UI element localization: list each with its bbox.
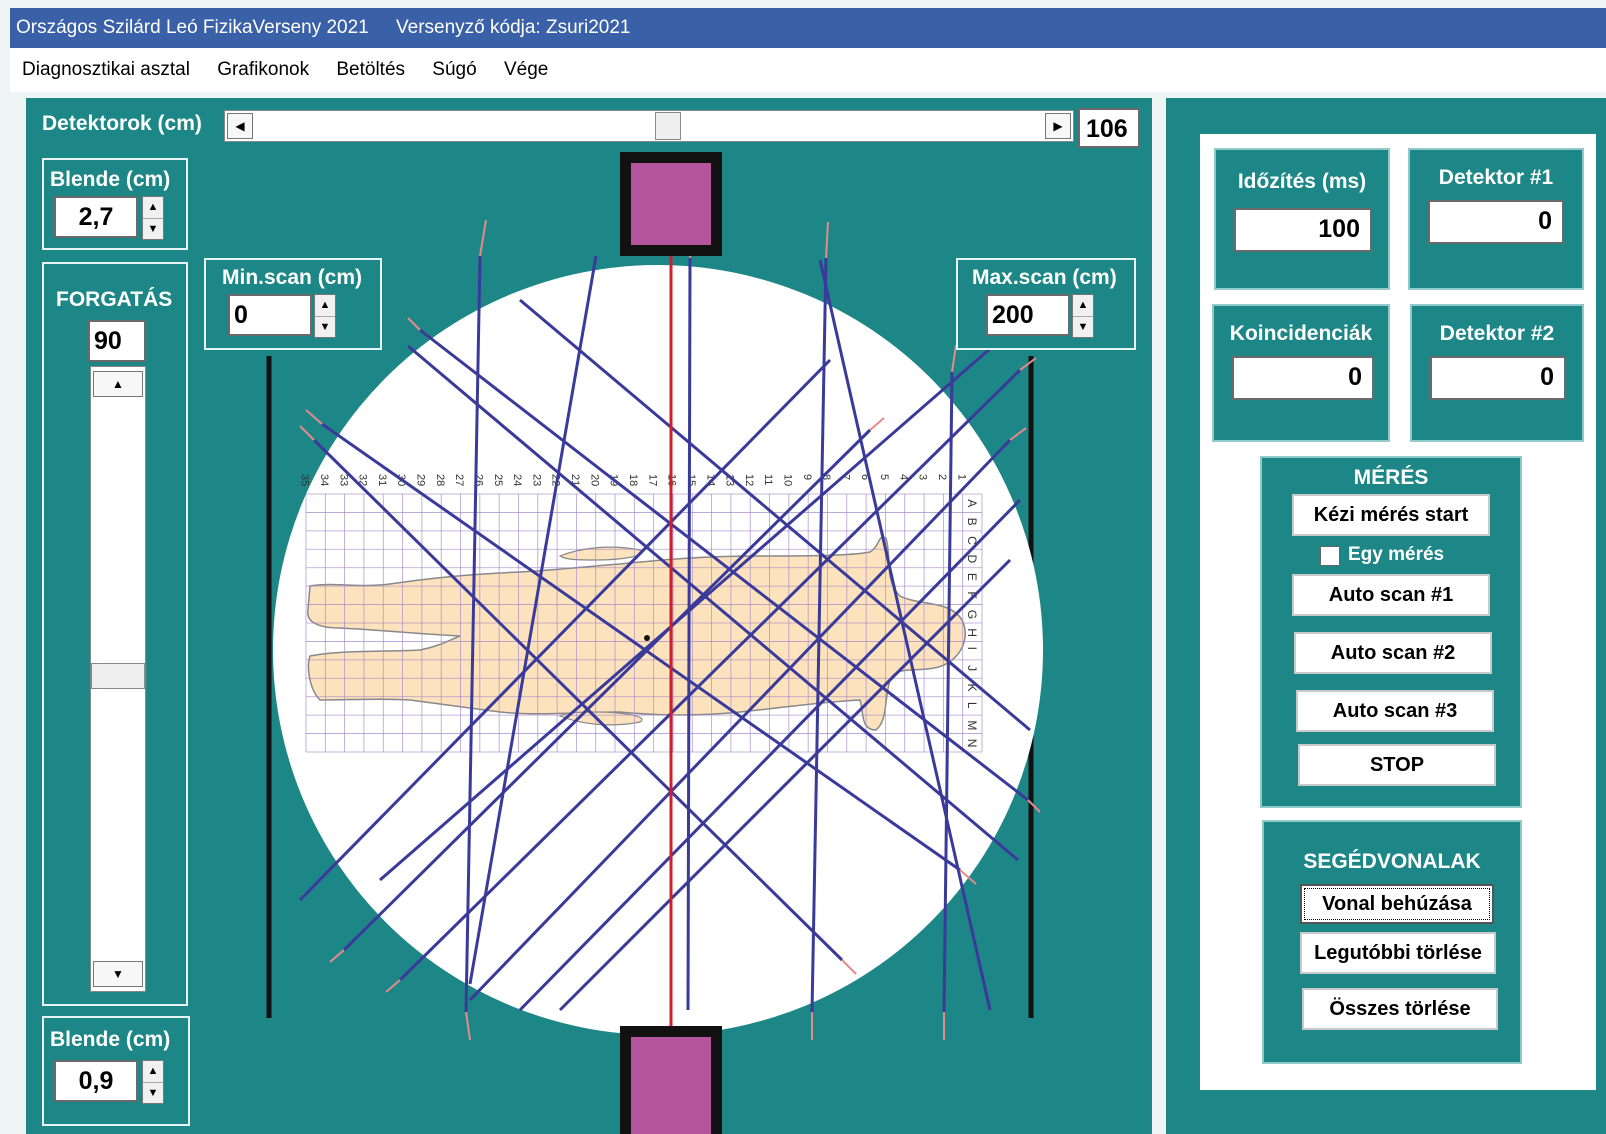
grid-column-label: 2	[936, 474, 948, 480]
single-measure-label: Egy mérés	[1348, 544, 1445, 565]
stop-button[interactable]: STOP	[1298, 744, 1496, 786]
scan-line	[465, 1011, 471, 1041]
min-scan-label: Min.scan (cm)	[222, 266, 363, 289]
koincidenciak-field: 0	[1232, 356, 1374, 400]
scan-line	[825, 221, 829, 259]
detektor2-field: 0	[1430, 356, 1566, 400]
grid-column-label: 33	[337, 474, 349, 486]
scan-line	[1019, 357, 1037, 371]
grid-row-label: I	[965, 647, 979, 650]
grid-row-label: G	[965, 610, 979, 619]
detector-top-head	[631, 163, 711, 245]
meres-box: MÉRÉS Kézi mérés start Egy mérés Auto sc…	[1260, 456, 1522, 808]
grid-column-label: 11	[762, 474, 774, 485]
grid-column-label: 5	[878, 474, 890, 480]
marker-dot	[644, 635, 650, 641]
spin-up-icon[interactable]: ▲	[1073, 295, 1093, 317]
spin-down-icon[interactable]: ▼	[1073, 317, 1093, 338]
auto-scan-3-button[interactable]: Auto scan #3	[1296, 690, 1494, 732]
grid-column-label: 10	[782, 474, 794, 486]
grid-row-label: M	[965, 720, 979, 730]
meres-title: MÉRÉS	[1353, 466, 1429, 489]
manual-start-button[interactable]: Kézi mérés start	[1292, 494, 1490, 536]
grid-row-label: L	[965, 702, 979, 709]
segedvonalak-title: SEGÉDVONALAK	[1303, 850, 1481, 873]
scan-line	[686, 257, 692, 1011]
min-scan-field[interactable]: 0	[228, 294, 312, 336]
idozites-label: Időzítés (ms)	[1237, 170, 1367, 193]
segedvonalak-box: SEGÉDVONALAK Vonal behúzása Legutóbbi tö…	[1262, 820, 1522, 1064]
detektor2-label: Detektor #2	[1439, 322, 1555, 345]
grid-column-label: 28	[434, 474, 446, 486]
auto-scan-2-button[interactable]: Auto scan #2	[1294, 632, 1492, 674]
single-measure-checkbox[interactable]	[1320, 546, 1340, 566]
grid-column-label: 35	[299, 474, 311, 486]
koincidenciak-label: Koincidenciák	[1229, 322, 1373, 345]
grid-row-label: J	[965, 665, 979, 671]
koincidenciak-box: Koincidenciák 0	[1212, 304, 1390, 442]
grid-column-label: 17	[646, 474, 658, 486]
max-scan-label: Max.scan (cm)	[972, 266, 1117, 289]
scan-line	[299, 425, 315, 441]
grid-column-label: 27	[453, 474, 465, 486]
detektor1-label: Detektor #1	[1438, 166, 1554, 189]
max-scan-spinner[interactable]: ▲ ▼	[1072, 294, 1094, 338]
grid-column-label: 24	[511, 474, 523, 486]
grid-column-label: 29	[415, 474, 427, 486]
scan-line	[479, 219, 487, 257]
scan-line	[385, 979, 401, 993]
scan-line	[1009, 427, 1027, 441]
grid-column-label: 15	[685, 474, 697, 486]
scan-line	[305, 409, 323, 425]
max-scan-field[interactable]: 200	[986, 294, 1070, 336]
auto-scan-1-button[interactable]: Auto scan #1	[1292, 574, 1490, 616]
grid-column-label: 3	[917, 474, 929, 480]
grid-column-label: 31	[376, 474, 388, 486]
delete-last-button[interactable]: Legutóbbi törlése	[1300, 932, 1496, 974]
idozites-box: Időzítés (ms) 100	[1214, 148, 1390, 290]
grid-row-label: B	[965, 518, 979, 526]
scan-line	[329, 949, 345, 963]
grid-row-label: E	[965, 573, 979, 581]
min-scan-spinner[interactable]: ▲ ▼	[314, 294, 336, 338]
grid-column-label: 23	[530, 474, 542, 486]
scan-line	[407, 317, 421, 331]
draw-line-button[interactable]: Vonal behúzása	[1300, 884, 1494, 924]
spin-down-icon[interactable]: ▼	[315, 317, 335, 338]
grid-column-label: 1	[955, 474, 967, 480]
detektor1-field: 0	[1428, 200, 1564, 244]
grid-column-label: 34	[318, 474, 330, 486]
grid-column-label: 18	[627, 474, 639, 486]
grid-row-label: N	[965, 739, 979, 748]
detektor2-box: Detektor #2 0	[1410, 304, 1584, 442]
grid-column-label: 20	[588, 474, 600, 486]
grid-row-label: A	[965, 499, 979, 507]
grid-row-label: H	[965, 628, 979, 637]
detektor1-box: Detektor #1 0	[1408, 148, 1584, 290]
detector-bottom-head	[631, 1037, 711, 1134]
grid-column-label: 9	[801, 474, 813, 480]
spin-up-icon[interactable]: ▲	[315, 295, 335, 317]
grid-column-label: 12	[743, 474, 755, 486]
idozites-field[interactable]: 100	[1234, 208, 1372, 252]
delete-all-button[interactable]: Összes törlése	[1302, 988, 1498, 1030]
grid-column-label: 25	[492, 474, 504, 486]
